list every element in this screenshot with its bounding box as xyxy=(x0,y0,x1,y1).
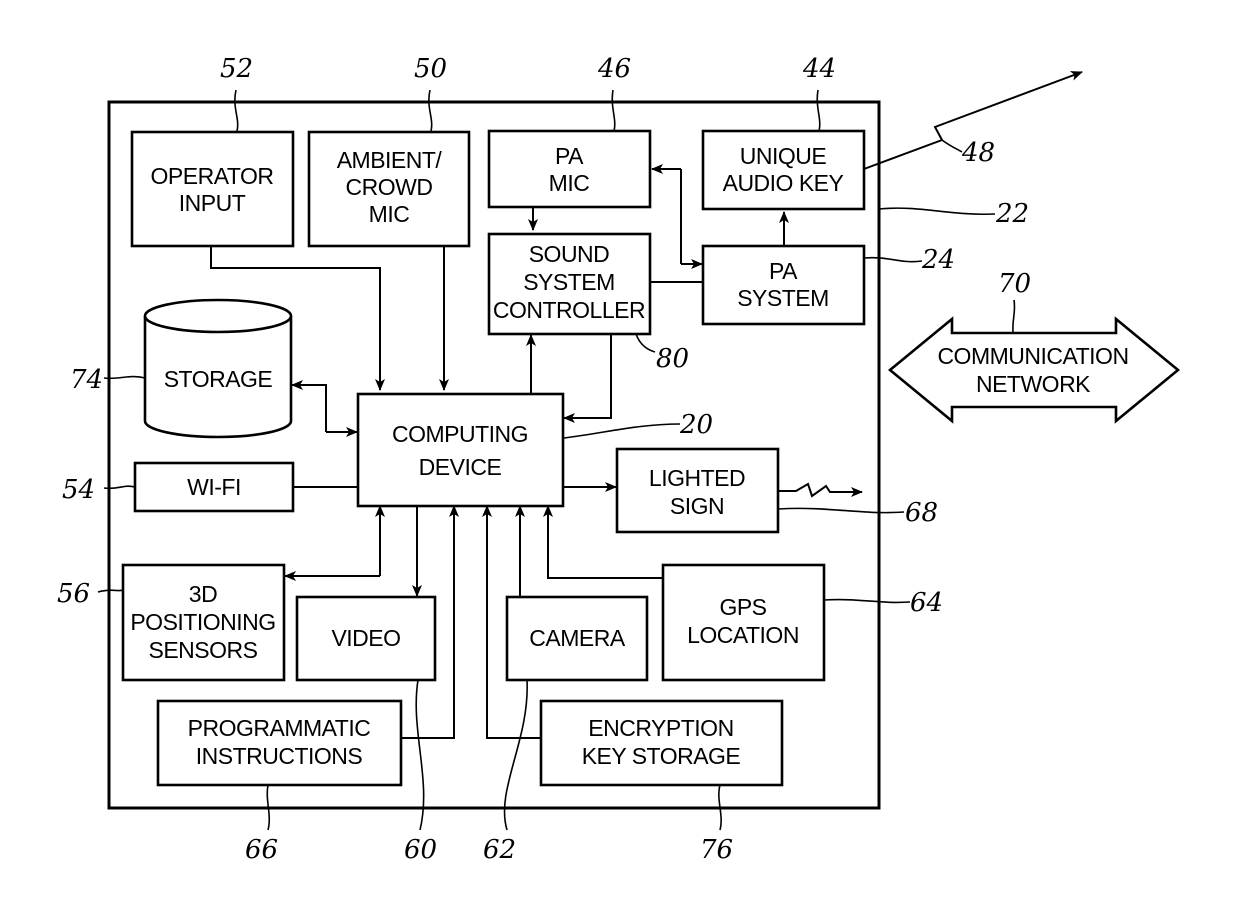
block-wifi: WI-FI xyxy=(133,461,295,513)
ref-74: 74 xyxy=(70,365,103,395)
block-label: LOCATION xyxy=(687,622,799,648)
block-label: CONTROLLER xyxy=(493,297,645,323)
block-label: OPERATOR xyxy=(151,163,274,189)
ref-70: 70 xyxy=(998,269,1031,299)
ref-54: 54 xyxy=(62,475,95,505)
block-pa-mic: PA MIC xyxy=(487,129,652,209)
block-label: INSTRUCTIONS xyxy=(196,743,363,769)
ref-22: 22 xyxy=(995,199,1029,229)
block-label: PA xyxy=(769,258,798,284)
block-label: VIDEO xyxy=(331,625,400,651)
block-computing-device: COMPUTING DEVICE xyxy=(356,392,565,508)
block-ambient-crowd-mic: AMBIENT/ CROWD MIC xyxy=(307,130,471,248)
block-label: AMBIENT/ xyxy=(337,147,443,173)
block-storage: STORAGE xyxy=(143,298,293,439)
communication-network-arrow: COMMUNICATION NETWORK xyxy=(887,316,1181,424)
block-diagram: OPERATOR INPUT AMBIENT/ CROWD MIC PA MIC… xyxy=(57,54,1181,865)
block-label: CROWD xyxy=(346,174,433,200)
block-gps-location: GPS LOCATION xyxy=(661,563,826,682)
block-label: AUDIO KEY xyxy=(723,170,844,196)
block-label: ENCRYPTION xyxy=(588,715,733,741)
ref-20: 20 xyxy=(679,410,713,440)
block-label: COMMUNICATION xyxy=(937,343,1128,369)
ref-68: 68 xyxy=(905,498,938,528)
wire-controller-to-computing xyxy=(563,335,612,423)
block-label: NETWORK xyxy=(976,371,1091,397)
block-label: STORAGE xyxy=(164,366,273,392)
ref-52: 52 xyxy=(220,54,253,84)
block-label: 3D xyxy=(189,581,217,607)
block-label: MIC xyxy=(369,201,410,227)
block-programmatic-instructions: PROGRAMMATIC INSTRUCTIONS xyxy=(156,699,403,787)
block-3d-positioning-sensors: 3D POSITIONING SENSORS xyxy=(121,563,286,682)
block-lighted-sign: LIGHTED SIGN xyxy=(615,447,780,534)
ref-76: 76 xyxy=(700,835,733,865)
block-encryption-key-storage: ENCRYPTION KEY STORAGE xyxy=(539,699,784,787)
ref-80: 80 xyxy=(656,344,689,374)
block-operator-input: OPERATOR INPUT xyxy=(130,130,295,248)
block-label: SYSTEM xyxy=(737,285,829,311)
block-label: GPS xyxy=(719,594,766,620)
block-label: COMPUTING xyxy=(392,421,528,447)
block-sound-system-controller: SOUND SYSTEM CONTROLLER xyxy=(487,232,652,336)
sign-wireless-signal xyxy=(778,482,863,498)
ref-64: 64 xyxy=(910,588,943,618)
ref-50: 50 xyxy=(414,54,447,84)
block-label: LIGHTED xyxy=(649,465,745,491)
block-label: SOUND xyxy=(529,241,610,267)
block-label: CAMERA xyxy=(529,625,626,651)
block-label: WI-FI xyxy=(187,474,241,500)
block-label: MIC xyxy=(549,170,590,196)
block-label: INPUT xyxy=(179,190,246,216)
ref-44: 44 xyxy=(802,54,836,84)
block-label: PA xyxy=(555,143,584,169)
ref-60: 60 xyxy=(404,835,437,865)
block-camera: CAMERA xyxy=(505,595,649,682)
wire-storage-computing xyxy=(290,384,327,432)
ref-66: 66 xyxy=(245,835,278,865)
ref-48: 48 xyxy=(961,138,995,168)
block-unique-audio-key: UNIQUE AUDIO KEY xyxy=(701,129,866,211)
ref-24: 24 xyxy=(921,245,955,275)
block-pa-system: PA SYSTEM xyxy=(701,244,866,326)
block-label: SENSORS xyxy=(149,637,258,663)
ref-62: 62 xyxy=(483,835,516,865)
block-label: DEVICE xyxy=(419,454,502,480)
block-label: SYSTEM xyxy=(523,269,615,295)
block-label: SIGN xyxy=(670,493,724,519)
block-label: POSITIONING xyxy=(130,609,275,635)
block-label: PROGRAMMATIC xyxy=(188,715,371,741)
block-video: VIDEO xyxy=(295,595,437,682)
block-label: KEY STORAGE xyxy=(582,743,741,769)
ref-56: 56 xyxy=(57,579,90,609)
block-label: UNIQUE xyxy=(740,143,827,169)
ref-46: 46 xyxy=(597,54,631,84)
